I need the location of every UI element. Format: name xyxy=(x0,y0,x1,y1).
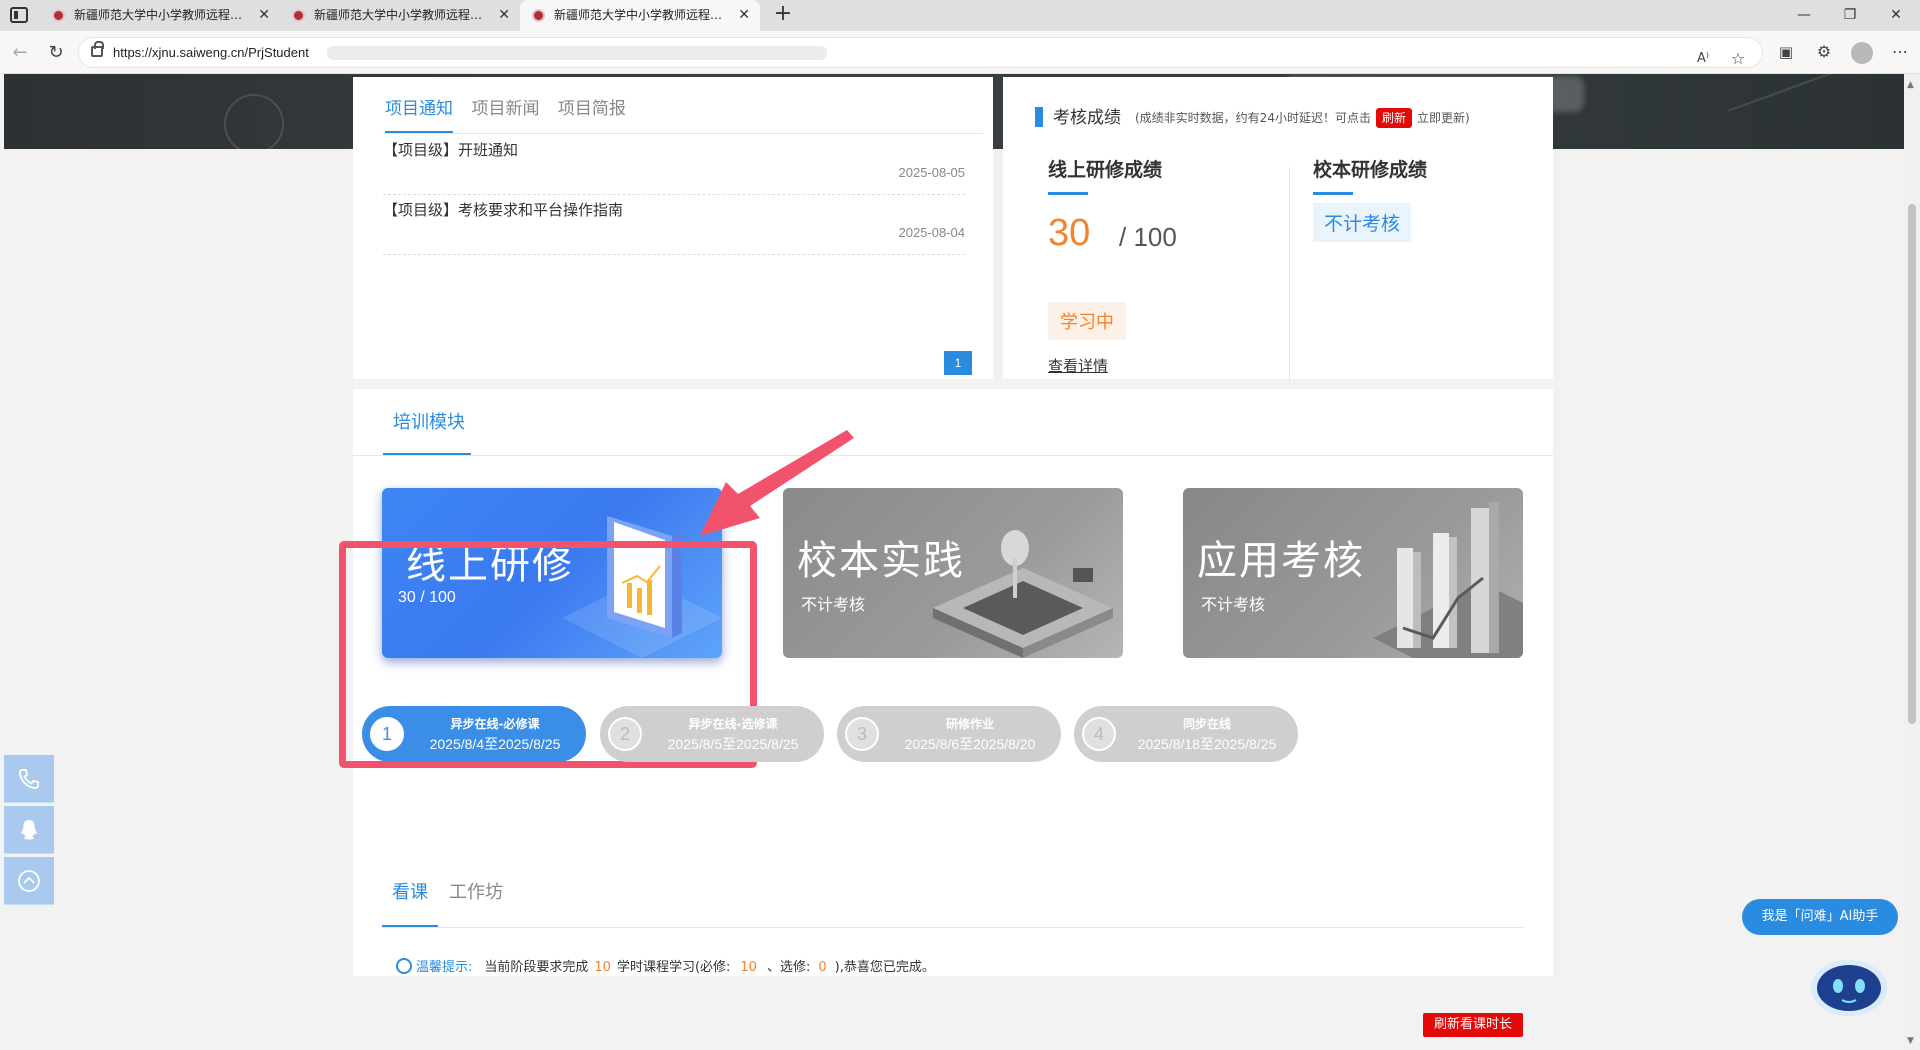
stage-step-3[interactable]: 3 研修作业 2025/8/6至2025/8/20 xyxy=(837,706,1061,762)
school-score-column: 校本研修成绩 xyxy=(1313,155,1427,195)
divider xyxy=(382,927,1524,928)
notice-item[interactable]: 【项目级】考核要求和平台操作指南 2025-08-04 xyxy=(383,197,965,255)
tab-actions-icon[interactable] xyxy=(10,7,28,23)
chalkboard-decoration xyxy=(224,94,284,149)
more-menu-icon[interactable]: ⋯ xyxy=(1886,38,1914,66)
notice-item[interactable]: 【项目级】开班通知 2025-08-05 xyxy=(383,137,965,195)
notice-panel: 项目通知 项目新闻 项目简报 【项目级】开班通知 2025-08-05 【项目级… xyxy=(353,77,993,379)
scroll-down-icon[interactable]: ▼ xyxy=(1907,1036,1914,1046)
online-score-total: / 100 xyxy=(1119,222,1177,252)
minimize-icon[interactable]: — xyxy=(1781,0,1827,31)
profile-avatar-icon[interactable] xyxy=(1848,38,1876,66)
ai-assistant-bubble[interactable]: 我是「问难」AI助手 xyxy=(1742,899,1898,935)
scroll-up-icon[interactable]: ▲ xyxy=(1907,80,1914,90)
close-tab-icon[interactable]: ✕ xyxy=(498,0,510,31)
url-field[interactable]: https://xjnu.saiweng.cn/PrjStudent A⁾ ☆ xyxy=(78,37,1763,68)
refresh-score-button[interactable]: 刷新 xyxy=(1375,108,1412,128)
score-note: (成绩非实时数据，约有24小时延迟！可点击 刷新 立即更新) xyxy=(1135,108,1470,128)
site-favicon-icon xyxy=(532,9,545,22)
browser-tab-2[interactable]: 新疆师范大学中小学教师远程培训 ✕ xyxy=(280,0,520,31)
tip-row: 温馨提示: 当前阶段要求完成 10 学时课程学习(必修: 10 、选修: 0),恭喜您已完成… xyxy=(396,956,935,975)
tab-project-news[interactable]: 项目新闻 xyxy=(471,87,539,131)
favorite-star-icon[interactable]: ☆ xyxy=(1724,45,1752,73)
tab-project-notice[interactable]: 项目通知 xyxy=(385,87,453,133)
divider xyxy=(1289,167,1290,382)
reload-icon[interactable]: ↻ xyxy=(42,39,70,67)
divider xyxy=(383,133,983,134)
browser-tab-bar: 新疆师范大学中小学教师远程培训 ✕ 新疆师范大学中小学教师远程培训 ✕ 新疆师范… xyxy=(0,0,1920,31)
view-details-link[interactable]: 查看详情 xyxy=(1048,355,1108,376)
refresh-watch-time-button[interactable]: 刷新看课时长 xyxy=(1423,1013,1523,1037)
online-score-value: 30 xyxy=(1048,212,1091,254)
tab-watch-course[interactable]: 看课 xyxy=(392,878,428,904)
url-redacted xyxy=(327,46,827,60)
page-scrollbar[interactable]: ▲ ▼ xyxy=(1904,74,1920,1050)
school-status-badge: 不计考核 xyxy=(1313,203,1412,242)
close-tab-icon[interactable]: ✕ xyxy=(738,0,750,31)
phone-support-button[interactable] xyxy=(4,755,54,803)
qq-penguin-icon xyxy=(21,820,37,840)
lightbulb-icon xyxy=(396,958,412,974)
tab-training-modules[interactable]: 培训模块 xyxy=(393,403,465,443)
notice-tabs: 项目通知 项目新闻 项目简报 xyxy=(385,87,640,133)
score-title: 考核成绩 xyxy=(1053,108,1121,128)
online-score-title: 线上研修成绩 xyxy=(1048,159,1163,181)
extensions-icon[interactable]: ⚙ xyxy=(1810,38,1838,66)
read-aloud-icon[interactable]: A⁾ xyxy=(1689,45,1717,73)
browser-address-bar: ← ↻ https://xjnu.saiweng.cn/PrjStudent A… xyxy=(0,31,1920,74)
site-favicon-icon xyxy=(292,9,305,22)
chalkboard-decoration xyxy=(1728,74,1870,112)
close-window-icon[interactable]: ✕ xyxy=(1873,0,1919,31)
module-card-status: 不计考核 xyxy=(801,595,866,614)
module-card-title: 应用考核 xyxy=(1197,538,1365,584)
close-tab-icon[interactable]: ✕ xyxy=(258,0,270,31)
status-badge: 学习中 xyxy=(1048,302,1126,340)
back-to-top-button[interactable] xyxy=(4,857,54,905)
heading-underline xyxy=(1313,192,1353,195)
divider xyxy=(353,455,1553,456)
stage-step-1[interactable]: 1 异步在线-必修课 2025/8/4至2025/8/25 xyxy=(362,706,586,762)
workspaces-icon[interactable]: ▣ xyxy=(1772,38,1800,66)
score-panel: 考核成绩 (成绩非实时数据，约有24小时延迟！可点击 刷新 立即更新) 线上研修成绩… xyxy=(1003,77,1553,382)
browser-tab-3-active[interactable]: 新疆师范大学中小学教师远程培训 ✕ xyxy=(520,0,760,31)
annotation-arrow-icon xyxy=(700,430,854,536)
pagination-page-1[interactable]: 1 xyxy=(944,351,972,375)
module-card-application-assessment[interactable]: 应用考核 不计考核 xyxy=(1183,488,1523,658)
stage-step-4[interactable]: 4 同步在线 2025/8/18至2025/8/25 xyxy=(1074,706,1298,762)
arrow-up-circle-icon xyxy=(18,870,40,892)
tab-project-brief[interactable]: 项目简报 xyxy=(558,87,626,131)
module-card-status: 不计考核 xyxy=(1201,595,1266,614)
qq-support-button[interactable] xyxy=(4,806,54,854)
back-icon[interactable]: ← xyxy=(6,39,34,67)
lock-icon[interactable] xyxy=(91,41,104,57)
scroll-thumb[interactable] xyxy=(1908,204,1916,724)
site-favicon-icon xyxy=(52,9,65,22)
browser-tab-1[interactable]: 新疆师范大学中小学教师远程培训 ✕ xyxy=(40,0,280,31)
heading-underline xyxy=(1048,192,1088,195)
section-marker xyxy=(1035,107,1043,127)
phone-icon xyxy=(19,769,39,789)
restore-icon[interactable]: ❐ xyxy=(1827,0,1873,31)
ai-robot-icon[interactable] xyxy=(1806,948,1892,1020)
school-score-title: 校本研修成绩 xyxy=(1313,159,1428,181)
stage-step-2[interactable]: 2 异步在线-选修课 2025/8/5至2025/8/25 xyxy=(600,706,824,762)
new-tab-icon[interactable]: + xyxy=(770,2,796,28)
tab-workshop[interactable]: 工作坊 xyxy=(449,878,503,904)
online-score-column: 线上研修成绩 xyxy=(1048,155,1162,195)
